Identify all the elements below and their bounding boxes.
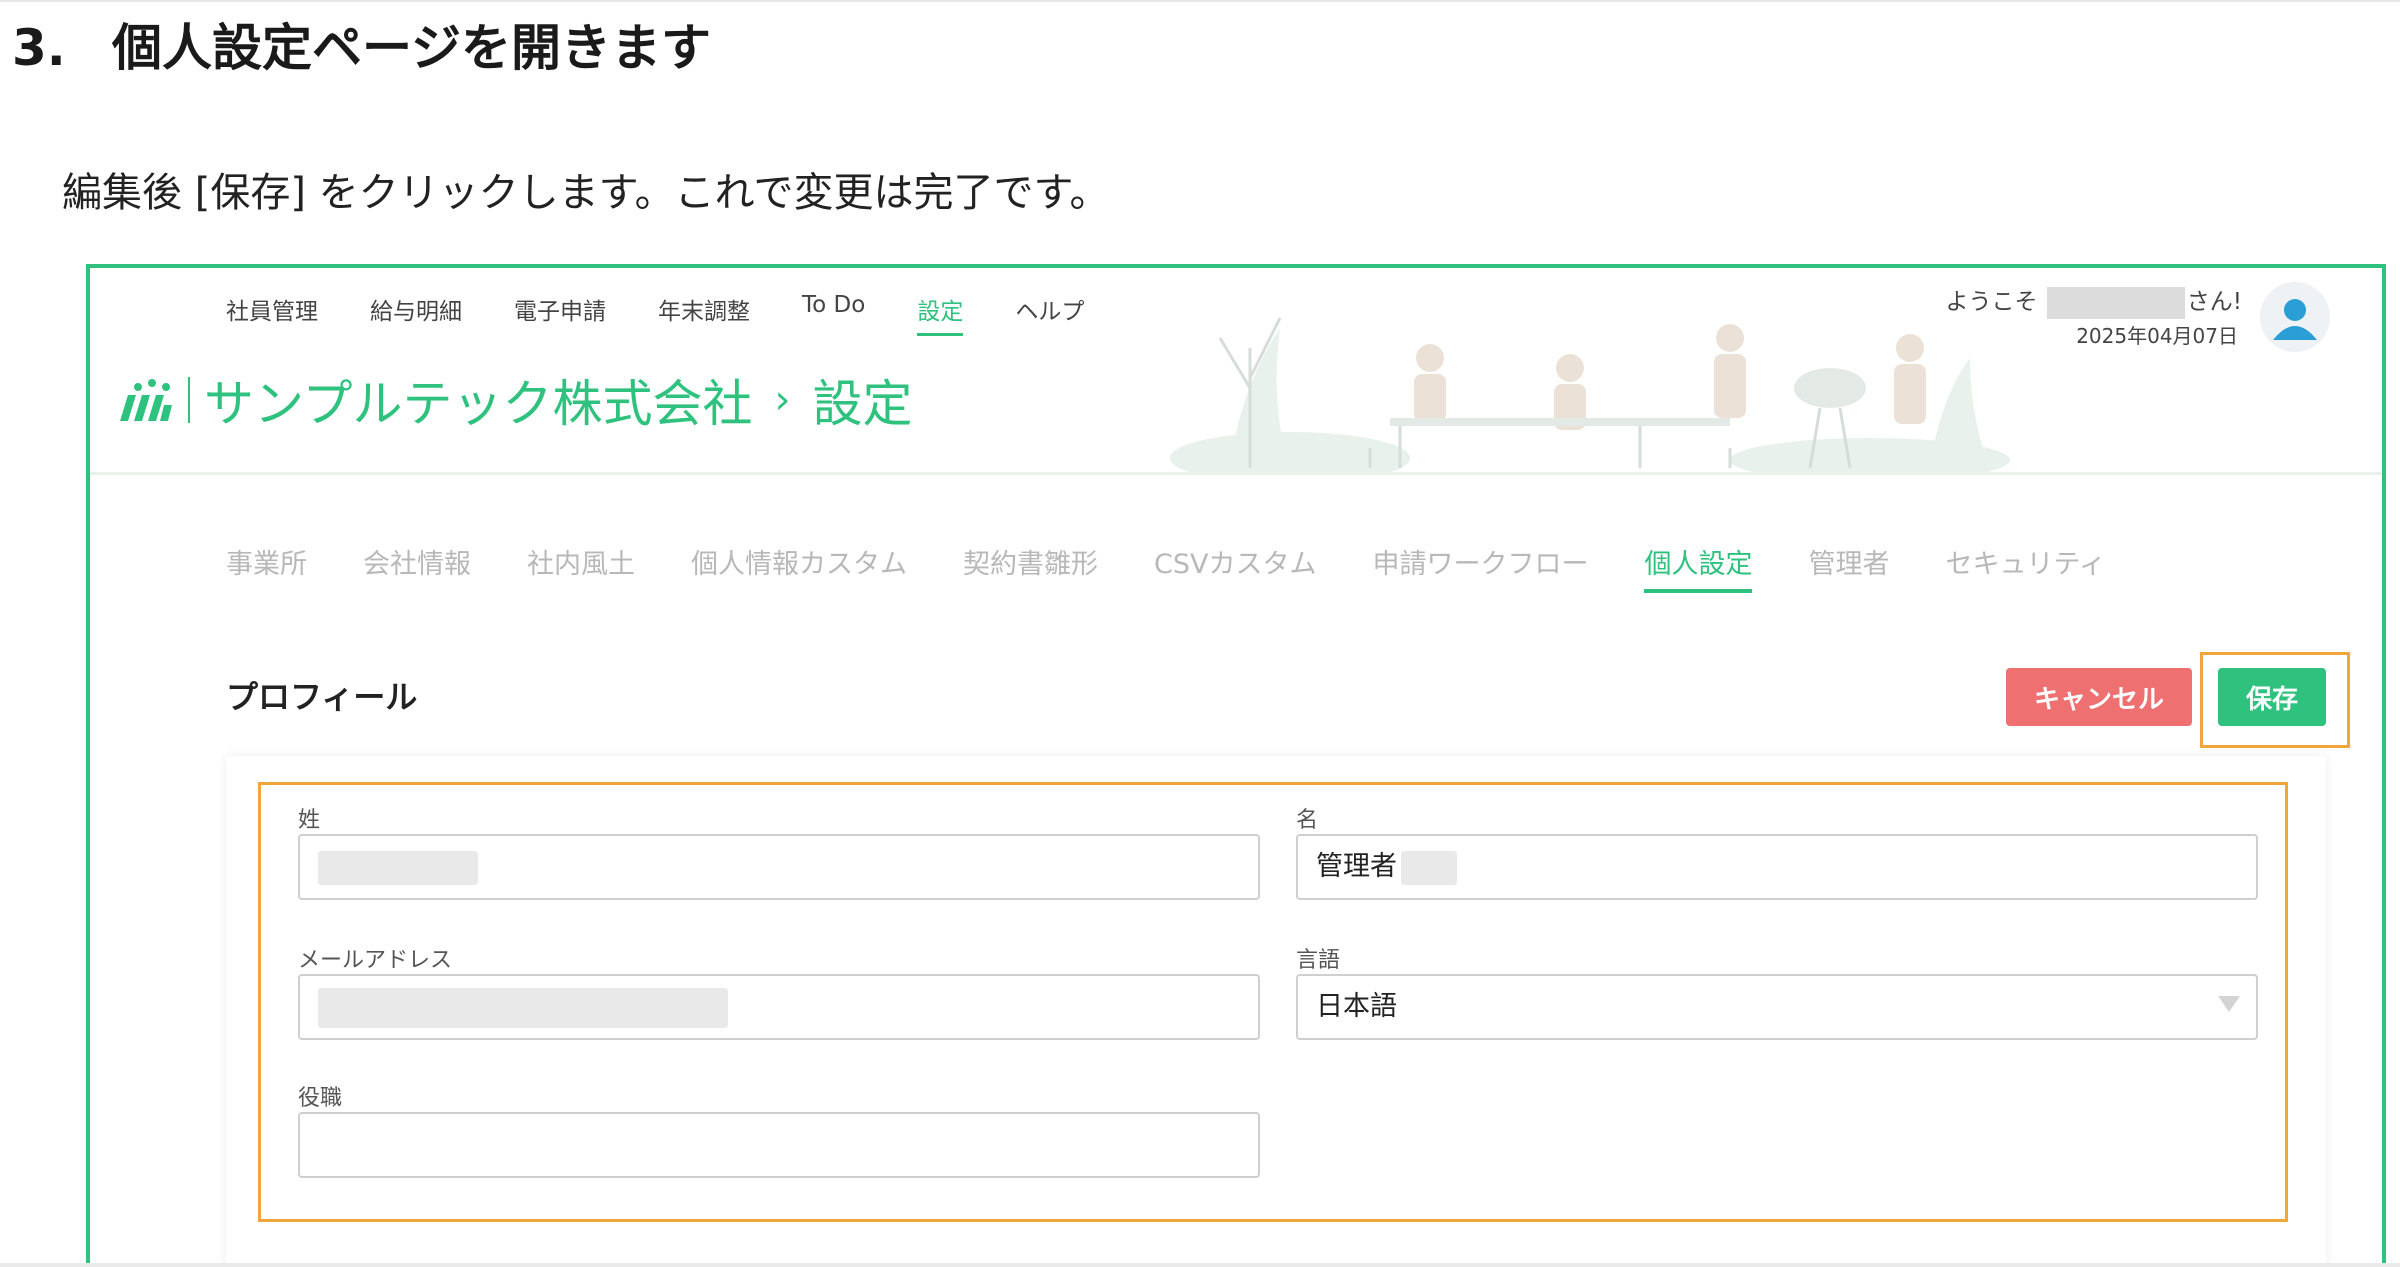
- user-icon: [2273, 299, 2317, 340]
- user-name-redacted: [2046, 286, 2185, 319]
- tab-company-culture[interactable]: 社内風土: [527, 542, 635, 593]
- tab-application-workflow[interactable]: 申請ワークフロー: [1372, 542, 1588, 593]
- company-name[interactable]: サンプルテック株式会社: [204, 364, 753, 436]
- company-logo-icon[interactable]: [116, 375, 172, 425]
- main-nav: 社員管理 給与明細 電子申請 年末調整 To Do 設定 ヘルプ: [226, 292, 1084, 336]
- last-name-redacted: [318, 850, 478, 885]
- settings-tabs: 事業所 会社情報 社内風土 個人情報カスタム 契約書雛形 CSVカスタム 申請ワ…: [226, 542, 2106, 593]
- first-name-redacted: [1401, 850, 1457, 885]
- first-name-field[interactable]: 管理者: [1296, 834, 2258, 900]
- language-value: 日本語: [1316, 991, 1397, 1022]
- tab-admin[interactable]: 管理者: [1808, 542, 1889, 593]
- tab-office[interactable]: 事業所: [226, 542, 307, 593]
- first-name-label: 名: [1296, 808, 1319, 833]
- email-redacted: [318, 987, 728, 1028]
- nav-item-e-application[interactable]: 電子申請: [514, 292, 606, 336]
- nav-item-todo[interactable]: To Do: [802, 292, 865, 336]
- tab-security[interactable]: セキュリティ: [1945, 542, 2105, 593]
- tab-personal-info-custom[interactable]: 個人情報カスタム: [691, 542, 907, 593]
- role-field[interactable]: [298, 1112, 1260, 1178]
- brand-breadcrumb: サンプルテック株式会社 › 設定: [116, 364, 913, 436]
- section-title: プロフィール: [226, 678, 418, 716]
- step-title: 個人設定ページを開きます: [112, 19, 711, 77]
- tab-personal-settings[interactable]: 個人設定: [1644, 542, 1753, 593]
- nav-item-year-end[interactable]: 年末調整: [658, 292, 750, 336]
- breadcrumb-separator: ›: [774, 377, 791, 423]
- current-date: 2025年04月07日: [2076, 324, 2238, 348]
- language-label: 言語: [1296, 948, 1341, 973]
- tab-company-info[interactable]: 会社情報: [363, 542, 471, 593]
- app-header: 社員管理 給与明細 電子申請 年末調整 To Do 設定 ヘルプ サンプルテック…: [90, 268, 2382, 475]
- top-divider: [0, 0, 2400, 2]
- save-button[interactable]: 保存: [2218, 668, 2326, 726]
- bottom-divider: [0, 1263, 2400, 1267]
- page-title: 設定: [812, 375, 913, 433]
- welcome-prefix: ようこそ: [1945, 289, 2038, 315]
- tab-contract-template[interactable]: 契約書雛形: [963, 542, 1098, 593]
- step-heading: 3. 個人設定ページを開きます: [12, 8, 711, 80]
- screenshot-frame: 社員管理 給与明細 電子申請 年末調整 To Do 設定 ヘルプ サンプルテック…: [86, 264, 2386, 1267]
- last-name-label: 姓: [298, 808, 321, 833]
- first-name-value: 管理者: [1316, 851, 1397, 882]
- avatar[interactable]: [2260, 282, 2330, 352]
- chevron-down-icon: [2218, 996, 2240, 1012]
- tab-csv-custom[interactable]: CSVカスタム: [1154, 542, 1316, 593]
- welcome-text: ようこそ さん!: [1945, 282, 2242, 319]
- last-name-field[interactable]: [298, 834, 1260, 900]
- language-select[interactable]: 日本語: [1296, 974, 2258, 1040]
- header-illustration: [1170, 317, 2010, 472]
- role-label: 役職: [298, 1086, 343, 1111]
- email-label: メールアドレス: [298, 948, 453, 973]
- email-field[interactable]: [298, 974, 1260, 1040]
- nav-item-settings[interactable]: 設定: [917, 292, 964, 336]
- nav-item-employees[interactable]: 社員管理: [226, 292, 318, 336]
- cancel-button[interactable]: キャンセル: [2006, 668, 2192, 726]
- step-number: 3.: [12, 19, 66, 77]
- brand-divider: [188, 377, 190, 423]
- nav-item-payslips[interactable]: 給与明細: [370, 292, 462, 336]
- step-instruction: 編集後 [保存] をクリックします。これで変更は完了です。: [62, 170, 1110, 216]
- nav-item-help[interactable]: ヘルプ: [1015, 292, 1084, 336]
- welcome-suffix: さん!: [2186, 289, 2242, 315]
